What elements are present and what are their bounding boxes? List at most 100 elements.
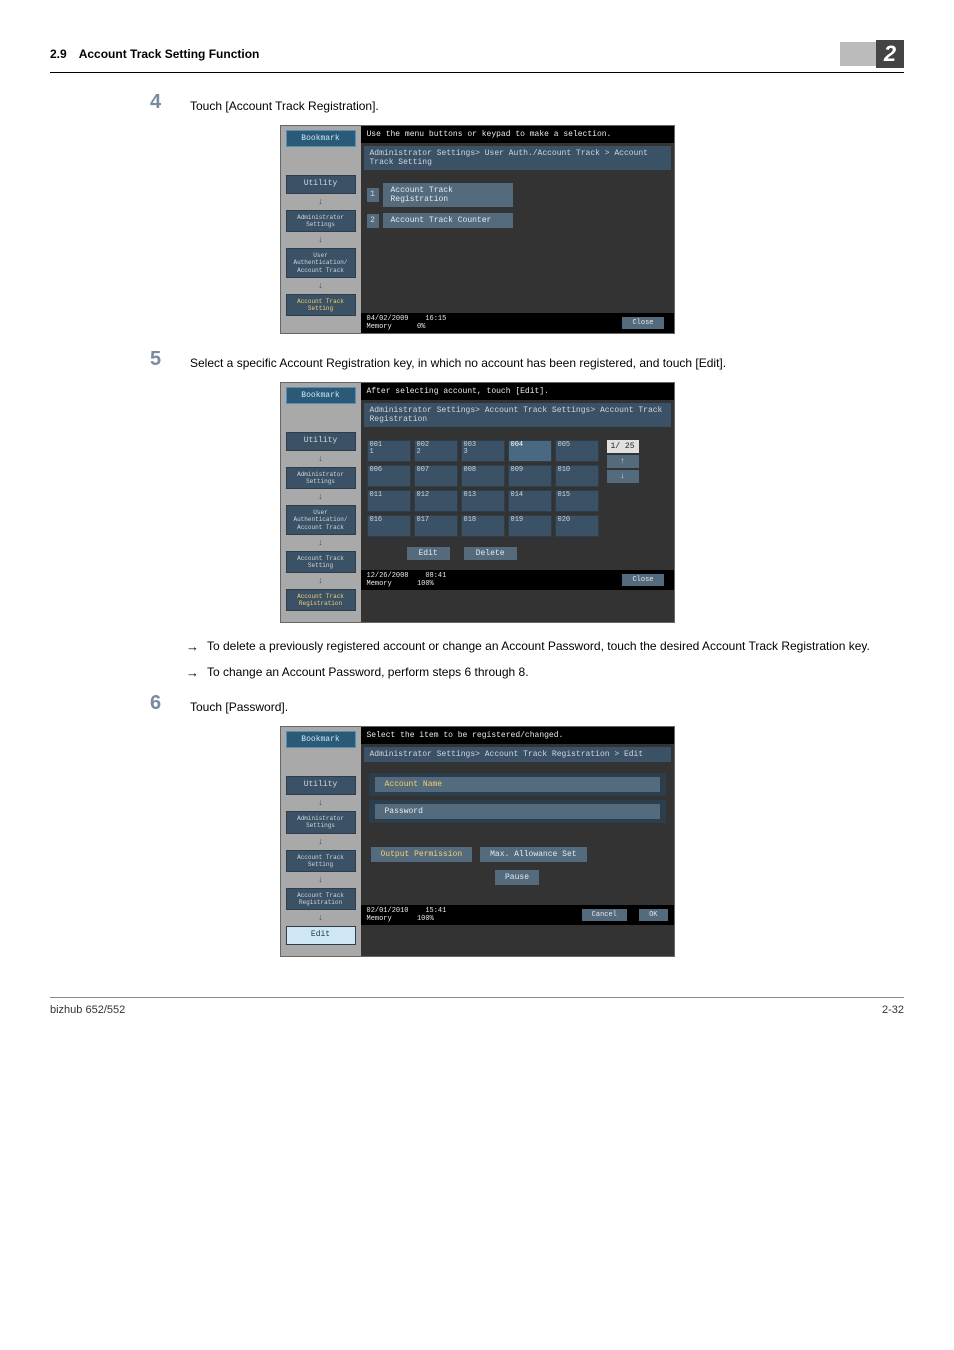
password-button[interactable]: Password bbox=[375, 804, 660, 819]
account-track-counter-button[interactable]: Account Track Counter bbox=[383, 213, 513, 228]
chevron-down-icon: ↓ bbox=[286, 913, 356, 923]
account-cell[interactable]: 012 bbox=[414, 490, 458, 512]
footer-date: 02/01/2010 bbox=[367, 907, 409, 915]
breadcrumb: Administrator Settings> Account Track Se… bbox=[364, 403, 671, 427]
list-item: → To delete a previously registered acco… bbox=[186, 637, 904, 657]
step-number: 5 bbox=[150, 348, 190, 372]
account-cell[interactable]: 013 bbox=[461, 490, 505, 512]
page-indicator: 1/ 25 bbox=[607, 440, 639, 453]
account-track-registration-button[interactable]: Account Track Registration bbox=[383, 183, 513, 207]
footer-date: 04/02/2009 bbox=[367, 315, 409, 323]
sidebar-item-admin-settings[interactable]: Administrator Settings bbox=[286, 210, 356, 232]
cancel-button[interactable]: Cancel bbox=[582, 909, 627, 921]
step-text: Touch [Password]. bbox=[190, 692, 288, 716]
sidebar-item-admin-settings[interactable]: Administrator Settings bbox=[286, 811, 356, 833]
account-cell[interactable]: 007 bbox=[414, 465, 458, 487]
step-4: 4 Touch [Account Track Registration]. bbox=[150, 91, 904, 115]
step-number: 6 bbox=[150, 692, 190, 716]
account-cell[interactable]: 006 bbox=[367, 465, 411, 487]
ok-button[interactable]: OK bbox=[639, 909, 667, 921]
sidebar-item-user-auth[interactable]: User Authentication/ Account Track bbox=[286, 248, 356, 278]
status-bar: 04/02/2009 16:15 Memory 0% Close bbox=[361, 313, 674, 333]
sidebar-item-user-auth[interactable]: User Authentication/ Account Track bbox=[286, 505, 356, 535]
status-bar: 12/26/2008 08:41 Memory 100% Close bbox=[361, 570, 674, 590]
arrow-icon: → bbox=[186, 663, 199, 683]
menu-index-2: 2 bbox=[367, 214, 379, 228]
bookmark-button[interactable]: Bookmark bbox=[286, 731, 356, 748]
step-6: 6 Touch [Password]. bbox=[150, 692, 904, 716]
account-cell[interactable]: 018 bbox=[461, 515, 505, 537]
account-cell[interactable]: 019 bbox=[508, 515, 552, 537]
sidebar-item-utility[interactable]: Utility bbox=[286, 776, 356, 795]
chapter-badge: 2 bbox=[840, 40, 904, 68]
account-cell[interactable]: 0022 bbox=[414, 440, 458, 462]
account-cell[interactable]: 009 bbox=[508, 465, 552, 487]
account-cell[interactable]: 0011 bbox=[367, 440, 411, 462]
account-name-button[interactable]: Account Name bbox=[375, 777, 660, 792]
footer-memory-value: 100% bbox=[417, 580, 434, 588]
chevron-down-icon: ↓ bbox=[286, 837, 356, 847]
account-cell[interactable]: 015 bbox=[555, 490, 599, 512]
chevron-down-icon: ↓ bbox=[286, 576, 356, 586]
breadcrumb: Administrator Settings> User Auth./Accou… bbox=[364, 146, 671, 170]
step-text: Touch [Account Track Registration]. bbox=[190, 91, 379, 115]
account-cell[interactable]: 005 bbox=[555, 440, 599, 462]
sidebar: Bookmark Utility ↓ Administrator Setting… bbox=[281, 126, 361, 333]
instruction-text: Use the menu buttons or keypad to make a… bbox=[361, 126, 674, 143]
footer-memory-label: Memory bbox=[367, 915, 392, 923]
close-button[interactable]: Close bbox=[622, 574, 663, 586]
sidebar-item-edit[interactable]: Edit bbox=[286, 926, 356, 945]
arrow-icon: → bbox=[186, 637, 199, 657]
account-cell[interactable]: 011 bbox=[367, 490, 411, 512]
sidebar-item-utility[interactable]: Utility bbox=[286, 175, 356, 194]
account-cell[interactable]: 016 bbox=[367, 515, 411, 537]
main-area: After selecting account, touch [Edit]. A… bbox=[361, 383, 674, 622]
sidebar: Bookmark Utility ↓ Administrator Setting… bbox=[281, 383, 361, 622]
delete-button[interactable]: Delete bbox=[464, 547, 517, 560]
account-cell[interactable]: 0033 bbox=[461, 440, 505, 462]
chevron-down-icon: ↓ bbox=[286, 538, 356, 548]
sidebar-item-utility[interactable]: Utility bbox=[286, 432, 356, 451]
section-title: Account Track Setting Function bbox=[79, 47, 840, 61]
edit-button[interactable]: Edit bbox=[407, 547, 450, 560]
account-cell[interactable]: 014 bbox=[508, 490, 552, 512]
sidebar-item-account-track-setting[interactable]: Account Track Setting bbox=[286, 294, 356, 316]
list-item: → To change an Account Password, perform… bbox=[186, 663, 904, 683]
account-grid: 0011 0022 0033 004 005 006 007 008 009 0… bbox=[367, 440, 599, 537]
sidebar-item-account-track-registration[interactable]: Account Track Registration bbox=[286, 888, 356, 910]
output-permission-button[interactable]: Output Permission bbox=[371, 847, 473, 862]
pause-button[interactable]: Pause bbox=[495, 870, 539, 885]
max-allowance-set-button[interactable]: Max. Allowance Set bbox=[480, 847, 586, 862]
chevron-down-icon: ↓ bbox=[286, 492, 356, 502]
bookmark-button[interactable]: Bookmark bbox=[286, 387, 356, 404]
account-cell-selected[interactable]: 004 bbox=[508, 440, 552, 462]
account-cell[interactable]: 017 bbox=[414, 515, 458, 537]
sidebar-item-account-track-registration[interactable]: Account Track Registration bbox=[286, 589, 356, 611]
footer-time: 08:41 bbox=[425, 572, 446, 580]
footer-memory-value: 100% bbox=[417, 915, 434, 923]
footer-page-number: 2-32 bbox=[882, 1004, 904, 1016]
menu-index-1: 1 bbox=[367, 188, 379, 202]
main-area: Select the item to be registered/changed… bbox=[361, 727, 674, 956]
page-down-button[interactable]: ↓ bbox=[607, 470, 639, 483]
sidebar-item-account-track-setting[interactable]: Account Track Setting bbox=[286, 551, 356, 573]
page-up-button[interactable]: ↑ bbox=[607, 455, 639, 468]
sidebar-item-account-track-setting[interactable]: Account Track Setting bbox=[286, 850, 356, 872]
section-number: 2.9 bbox=[50, 47, 67, 61]
account-cell[interactable]: 008 bbox=[461, 465, 505, 487]
account-cell[interactable]: 010 bbox=[555, 465, 599, 487]
sidebar: Bookmark Utility ↓ Administrator Setting… bbox=[281, 727, 361, 956]
account-cell[interactable]: 020 bbox=[555, 515, 599, 537]
close-button[interactable]: Close bbox=[622, 317, 663, 329]
page-footer: bizhub 652/552 2-32 bbox=[50, 997, 904, 1016]
footer-memory-value: 0% bbox=[417, 323, 425, 331]
instruction-text: After selecting account, touch [Edit]. bbox=[361, 383, 674, 400]
chevron-down-icon: ↓ bbox=[286, 798, 356, 808]
page-header: 2.9 Account Track Setting Function 2 bbox=[50, 40, 904, 73]
breadcrumb: Administrator Settings> Account Track Re… bbox=[364, 747, 671, 762]
bookmark-button[interactable]: Bookmark bbox=[286, 130, 356, 147]
step-text: Select a specific Account Registration k… bbox=[190, 348, 726, 372]
chevron-down-icon: ↓ bbox=[286, 281, 356, 291]
chevron-down-icon: ↓ bbox=[286, 235, 356, 245]
sidebar-item-admin-settings[interactable]: Administrator Settings bbox=[286, 467, 356, 489]
